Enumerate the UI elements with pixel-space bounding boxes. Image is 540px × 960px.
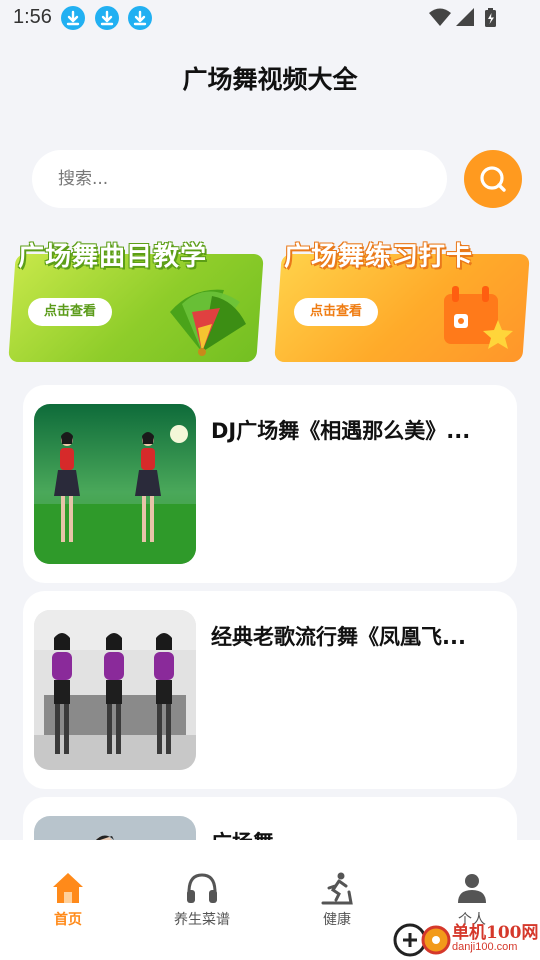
watermark: 单机100网 danji100.com: [390, 918, 540, 960]
banner-view-button[interactable]: 点击查看: [294, 298, 378, 326]
battery-icon: [485, 8, 496, 27]
watermark-logo-icon: [393, 923, 451, 957]
video-title[interactable]: DJ广场舞《相遇那么美》...: [211, 415, 503, 445]
download-icon: [95, 6, 119, 30]
user-icon: [458, 874, 486, 903]
video-card[interactable]: 经典老歌流行舞《凤凰飞...: [23, 591, 517, 789]
page-title: 广场舞视频大全: [182, 65, 358, 94]
watermark-text: 单机100网: [452, 923, 539, 943]
download-icon: [128, 6, 152, 30]
home-icon: [53, 873, 83, 903]
banner-view-button[interactable]: 点击查看: [28, 298, 112, 326]
nav-item-recipes[interactable]: 养生菜谱: [152, 870, 252, 940]
search-input[interactable]: [32, 150, 447, 208]
search-icon: [480, 166, 506, 192]
search-box[interactable]: [32, 150, 447, 208]
signal-icon: [456, 8, 474, 26]
system-status-icons: [429, 8, 496, 27]
banner-title: 广场舞练习打卡: [284, 242, 474, 272]
treadmill-icon: [321, 872, 353, 905]
banner-title: 广场舞曲目教学: [18, 242, 208, 272]
nav-label: 养生菜谱: [174, 912, 230, 928]
nav-label: 首页: [54, 912, 82, 928]
nav-label: 健康: [323, 912, 351, 928]
calendar-star-icon: [444, 286, 513, 349]
status-time: 1:56: [13, 6, 52, 28]
wifi-icon: [429, 8, 451, 26]
headphones-icon: [187, 873, 217, 903]
watermark-domain: danji100.com: [452, 941, 518, 953]
status-bar: 1:56: [0, 0, 540, 36]
fan-icon: [170, 289, 246, 356]
video-thumbnail[interactable]: [34, 404, 196, 564]
nav-item-health[interactable]: 健康: [287, 870, 387, 940]
video-card[interactable]: DJ广场舞《相遇那么美》...: [23, 385, 517, 583]
banner-practice-checkin[interactable]: 广场舞练习打卡 点击查看: [274, 232, 530, 362]
video-title[interactable]: 经典老歌流行舞《凤凰飞...: [211, 621, 503, 651]
banner-dance-tutorial[interactable]: 广场舞曲目教学 点击查看: [8, 232, 264, 362]
nav-item-home[interactable]: 首页: [18, 870, 118, 940]
search-button[interactable]: [464, 150, 522, 208]
download-icon: [61, 6, 85, 30]
video-thumbnail[interactable]: [34, 610, 196, 770]
